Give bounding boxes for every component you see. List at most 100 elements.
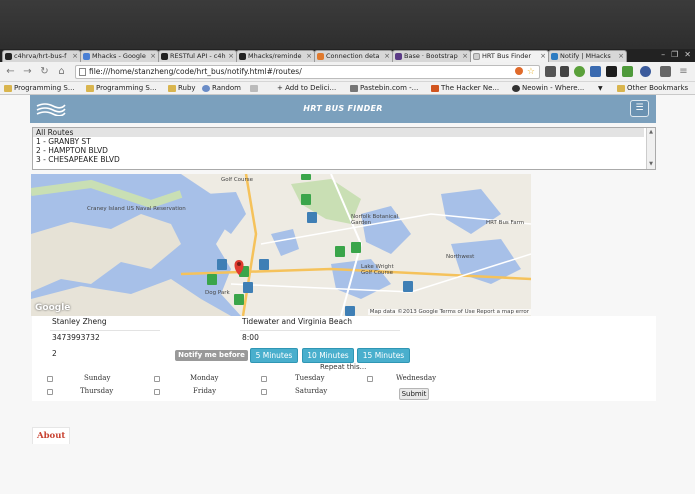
bookmark-link[interactable]: Neowin - Where... — [512, 83, 584, 94]
close-tab-icon[interactable]: × — [306, 51, 312, 62]
route-option[interactable]: 2 - HAMPTON BLVD — [33, 146, 655, 155]
forward-icon[interactable]: → — [21, 65, 34, 78]
scrollbar[interactable]: ▲ ▼ — [646, 128, 655, 169]
folder-icon — [4, 85, 12, 92]
tab-mhacks-reminder[interactable]: Mhacks/reminde × — [236, 50, 315, 62]
map-label: Craney Island US Naval Reservation — [87, 206, 186, 212]
puzzle-icon[interactable] — [574, 66, 585, 77]
bookmark-link[interactable]: The Hacker Ne... — [431, 83, 499, 94]
tab-hrt-bus-finder[interactable]: HRT Bus Finder × — [470, 50, 549, 62]
close-tab-icon[interactable]: × — [228, 51, 234, 62]
tab-label: Base · Bootstrap — [404, 52, 458, 60]
tab-label: c4hrva/hrt-bus-f — [14, 52, 67, 60]
name-field[interactable]: Stanley Zheng — [52, 317, 107, 327]
10-minutes-button[interactable]: 10 Minutes — [302, 348, 354, 363]
page-icon — [473, 53, 480, 60]
reload-icon[interactable]: ↻ — [38, 65, 51, 78]
tab-mhacks-google[interactable]: Mhacks - Google × — [80, 50, 159, 62]
map-label: Dog Park — [205, 290, 230, 296]
bookmark-label: Programming S... — [96, 84, 157, 92]
tab-restful-api[interactable]: RESTful API - c4h × — [158, 50, 237, 62]
tab-connection[interactable]: Connection deta × — [314, 50, 393, 62]
thursday-checkbox[interactable] — [47, 389, 53, 395]
app-title: HRT BUS FINDER — [303, 104, 383, 113]
bookmark-label: Neowin - Where... — [522, 84, 585, 92]
extension-icon[interactable] — [606, 66, 617, 77]
sunday-checkbox[interactable] — [47, 376, 53, 382]
star-icon[interactable]: ☆ — [527, 66, 535, 78]
map-label: Northwest — [446, 254, 475, 260]
saturday-checkbox[interactable] — [261, 389, 267, 395]
page-icon — [79, 68, 86, 76]
tab-label: Connection deta — [326, 52, 380, 60]
list-icon[interactable]: ☰ — [630, 100, 649, 117]
back-icon[interactable]: ← — [4, 65, 17, 78]
day-label: Thursday — [80, 387, 114, 395]
route-option[interactable]: 3 - CHESAPEAKE BLVD — [33, 155, 655, 164]
home-icon[interactable]: ⌂ — [55, 65, 68, 78]
tab-label: Mhacks - Google — [92, 52, 146, 60]
bookmark-link[interactable]: Pastebin.com -... — [350, 83, 418, 94]
scroll-down-icon[interactable]: ▼ — [647, 160, 655, 168]
close-tab-icon[interactable]: × — [72, 51, 78, 62]
day-label: Sunday — [84, 374, 111, 382]
location-field[interactable]: Tidewater and Virginia Beach — [242, 317, 352, 327]
close-window-icon[interactable]: ✕ — [684, 50, 691, 59]
phone-field[interactable]: 3473993732 — [52, 333, 100, 343]
extension-icon[interactable] — [622, 66, 633, 77]
google-doc-icon — [83, 53, 90, 60]
address-bar[interactable]: file:///home/stanzheng/code/hrt_bus/noti… — [75, 65, 540, 79]
cast-icon[interactable] — [660, 66, 671, 77]
bookmark-link[interactable]: Random — [202, 83, 241, 94]
time-field[interactable]: 8:00 — [242, 333, 259, 343]
submit-button[interactable]: Submit — [399, 388, 429, 400]
map-attribution[interactable]: Map data ©2013 Google Terms of Use Repor… — [367, 309, 531, 315]
15-minutes-button[interactable]: 15 Minutes — [357, 348, 410, 363]
chevron-down-icon[interactable]: ▼ — [598, 83, 603, 94]
extension-icon[interactable] — [545, 66, 556, 77]
map-view[interactable]: Craney Island US Naval Reservation Norfo… — [31, 174, 531, 316]
bookmark-folder[interactable]: Programming S... — [4, 83, 75, 94]
friday-checkbox[interactable] — [154, 389, 160, 395]
scroll-up-icon[interactable]: ▲ — [647, 128, 655, 136]
about-tab[interactable]: About — [32, 427, 71, 444]
extension-icon[interactable] — [590, 66, 601, 77]
menu-icon[interactable]: ≡ — [677, 65, 690, 78]
minimize-icon[interactable]: – — [661, 50, 665, 59]
close-tab-icon[interactable]: × — [384, 51, 390, 62]
bookmark-folder[interactable]: Ruby — [168, 83, 196, 94]
tab-github-hrt[interactable]: c4hrva/hrt-bus-f × — [2, 50, 81, 62]
github-icon — [5, 53, 12, 60]
bookmark-label: Other Bookmarks — [627, 84, 689, 92]
close-tab-icon[interactable]: × — [150, 51, 156, 62]
wednesday-checkbox[interactable] — [367, 376, 373, 382]
folder-icon — [86, 85, 94, 92]
close-tab-icon[interactable]: × — [462, 51, 468, 62]
routes-select[interactable]: All Routes 1 - GRANBY ST 2 - HAMPTON BLV… — [32, 127, 656, 170]
close-tab-icon[interactable]: × — [618, 51, 624, 62]
random-icon — [202, 85, 210, 92]
folder-icon — [617, 85, 625, 92]
tab-bootstrap[interactable]: Base · Bootstrap × — [392, 50, 471, 62]
extension-icon[interactable] — [515, 67, 523, 75]
route-option[interactable]: 1 - GRANBY ST — [33, 137, 655, 146]
bookmark-folder[interactable]: Programming S... — [86, 83, 157, 94]
close-tab-icon[interactable]: × — [540, 51, 546, 62]
bookmark-folder[interactable]: Other Bookmarks — [617, 83, 688, 94]
restore-icon[interactable]: ❐ — [671, 50, 678, 59]
monday-checkbox[interactable] — [154, 376, 160, 382]
bootstrap-icon — [395, 53, 402, 60]
bookmark-link[interactable]: + Add to Delici... — [250, 83, 336, 94]
bookmark-label: + Add to Delici... — [277, 84, 337, 92]
map-label: HRT Bus Farm — [486, 220, 525, 226]
new-badge-icon[interactable] — [640, 66, 651, 77]
tuesday-checkbox[interactable] — [261, 376, 267, 382]
count-field[interactable]: 2 — [52, 349, 57, 359]
route-option[interactable]: All Routes — [33, 128, 644, 137]
folder-icon — [168, 85, 176, 92]
app-navbar: HRT BUS FINDER ☰ — [30, 95, 656, 123]
pen-icon[interactable] — [560, 66, 569, 77]
5-minutes-button[interactable]: 5 Minutes — [250, 348, 298, 363]
tab-notify-mhacks[interactable]: Notify | MHacks × — [548, 50, 627, 62]
divider — [240, 330, 400, 331]
